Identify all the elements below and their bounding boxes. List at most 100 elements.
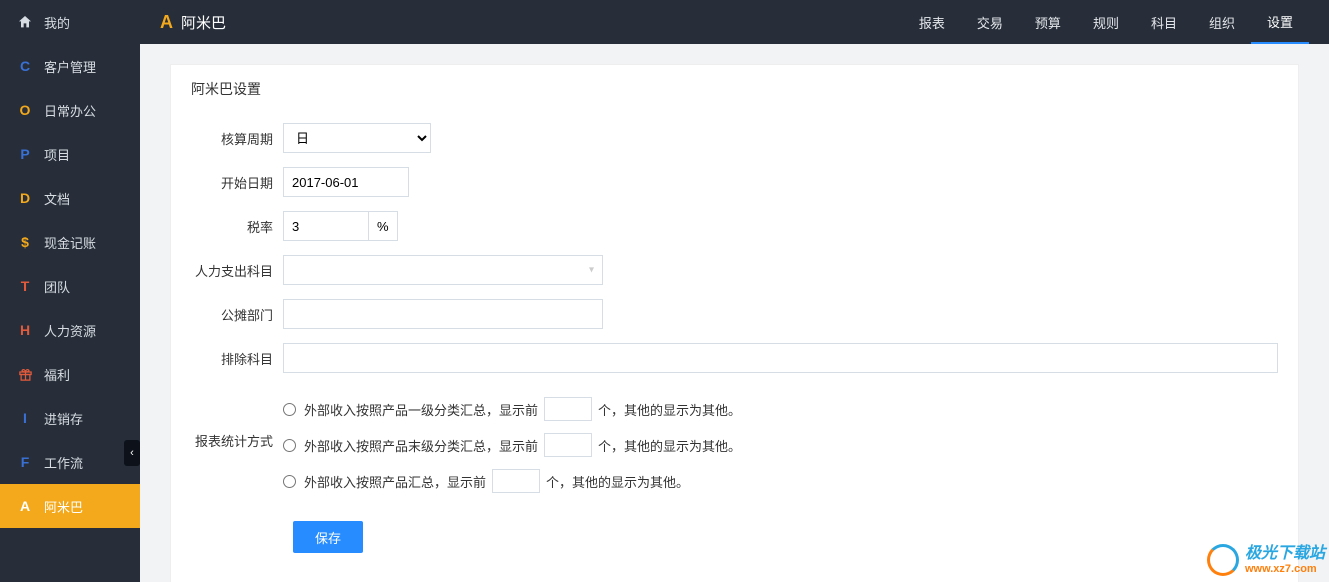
nav-org[interactable]: 组织	[1193, 0, 1251, 44]
watermark-url: www.xz7.com	[1245, 563, 1325, 575]
stats-count-input-2[interactable]	[544, 433, 592, 457]
stats-count-input-3[interactable]	[492, 469, 540, 493]
stats-radio-1[interactable]	[283, 403, 296, 416]
chevron-left-icon: ‹	[130, 447, 134, 459]
letter-h-icon: H	[16, 321, 34, 339]
row-tax: 税率 %	[191, 211, 1278, 241]
stats-option-post: 个，其他的显示为其他。	[546, 472, 689, 491]
settings-panel: 阿米巴设置 核算周期 日 开始日期 税率	[170, 64, 1299, 582]
stats-option-1[interactable]: 外部收入按照产品一级分类汇总，显示前 个，其他的显示为其他。	[283, 397, 741, 421]
sidebar-item-label: 文档	[44, 189, 70, 208]
sidebar-item-label: 进销存	[44, 409, 83, 428]
startdate-label: 开始日期	[191, 173, 283, 192]
sidebar-item-label: 福利	[44, 365, 70, 384]
stats-count-input-1[interactable]	[544, 397, 592, 421]
stats-option-pre: 外部收入按照产品汇总，显示前	[304, 472, 486, 491]
sidebar-item-label: 团队	[44, 277, 70, 296]
row-exclude: 排除科目	[191, 343, 1278, 373]
brand: A 阿米巴	[160, 12, 226, 33]
row-stats: 报表统计方式 外部收入按照产品一级分类汇总，显示前 个，其他的显示为其他。 外部…	[191, 395, 1278, 493]
sidebar-item-workflow[interactable]: F 工作流	[0, 440, 140, 484]
watermark-text: 极光下载站 www.xz7.com	[1245, 545, 1325, 575]
stats-option-pre: 外部收入按照产品末级分类汇总，显示前	[304, 436, 538, 455]
exclude-input[interactable]	[283, 343, 1278, 373]
nav-subject[interactable]: 科目	[1135, 0, 1193, 44]
sidebar-item-label: 现金记账	[44, 233, 96, 252]
sidebar-item-label: 客户管理	[44, 57, 96, 76]
content: 阿米巴设置 核算周期 日 开始日期 税率	[140, 44, 1329, 582]
nav-settings[interactable]: 设置	[1251, 0, 1309, 44]
panel-title: 阿米巴设置	[171, 65, 1298, 113]
stats-radio-group: 外部收入按照产品一级分类汇总，显示前 个，其他的显示为其他。 外部收入按照产品末…	[283, 395, 741, 493]
letter-c-icon: C	[16, 57, 34, 75]
nav-report[interactable]: 报表	[903, 0, 961, 44]
tax-unit: %	[369, 211, 398, 241]
letter-p-icon: P	[16, 145, 34, 163]
sidebar-item-customer[interactable]: C 客户管理	[0, 44, 140, 88]
topbar-nav: 报表 交易 预算 规则 科目 组织 设置	[903, 0, 1309, 44]
tax-input[interactable]	[283, 211, 369, 241]
watermark: 极光下载站 www.xz7.com	[1207, 544, 1325, 576]
sidebar-item-team[interactable]: T 团队	[0, 264, 140, 308]
sidebar-item-welfare[interactable]: 福利	[0, 352, 140, 396]
sidebar: 我的 C 客户管理 O 日常办公 P 项目 D 文档 $ 现金记账 T 团队 H…	[0, 0, 140, 582]
exclude-label: 排除科目	[191, 343, 283, 368]
save-button[interactable]: 保存	[293, 521, 363, 553]
shared-dept-input[interactable]	[283, 299, 603, 329]
dollar-icon: $	[16, 233, 34, 251]
row-shared-dept: 公摊部门	[191, 299, 1278, 329]
swirl-icon	[1207, 544, 1239, 576]
letter-d-icon: D	[16, 189, 34, 207]
cycle-select[interactable]: 日	[283, 123, 431, 153]
nav-rule[interactable]: 规则	[1077, 0, 1135, 44]
hr-subject-label: 人力支出科目	[191, 261, 283, 280]
stats-option-2[interactable]: 外部收入按照产品末级分类汇总，显示前 个，其他的显示为其他。	[283, 433, 741, 457]
topbar: A 阿米巴 报表 交易 预算 规则 科目 组织 设置	[140, 0, 1329, 44]
letter-a-icon: A	[16, 497, 34, 515]
letter-f-icon: F	[16, 453, 34, 471]
stats-radio-2[interactable]	[283, 439, 296, 452]
sidebar-collapse-button[interactable]: ‹	[124, 440, 140, 466]
watermark-title: 极光下载站	[1245, 545, 1325, 563]
sidebar-item-label: 阿米巴	[44, 497, 83, 516]
sidebar-item-cash[interactable]: $ 现金记账	[0, 220, 140, 264]
letter-t-icon: T	[16, 277, 34, 295]
sidebar-item-label: 我的	[44, 13, 70, 32]
stats-option-post: 个，其他的显示为其他。	[598, 436, 741, 455]
sidebar-item-inventory[interactable]: I 进销存	[0, 396, 140, 440]
sidebar-item-mine[interactable]: 我的	[0, 0, 140, 44]
sidebar-item-label: 日常办公	[44, 101, 96, 120]
row-cycle: 核算周期 日	[191, 123, 1278, 153]
stats-option-3[interactable]: 外部收入按照产品汇总，显示前 个，其他的显示为其他。	[283, 469, 741, 493]
sidebar-item-label: 人力资源	[44, 321, 96, 340]
stats-option-pre: 外部收入按照产品一级分类汇总，显示前	[304, 400, 538, 419]
letter-i-icon: I	[16, 409, 34, 427]
sidebar-item-label: 项目	[44, 145, 70, 164]
sidebar-item-project[interactable]: P 项目	[0, 132, 140, 176]
stats-option-post: 个，其他的显示为其他。	[598, 400, 741, 419]
row-hr-subject: 人力支出科目 ▾	[191, 255, 1278, 285]
sidebar-item-label: 工作流	[44, 453, 83, 472]
letter-o-icon: O	[16, 101, 34, 119]
hr-subject-combo[interactable]: ▾	[283, 255, 603, 285]
settings-form: 核算周期 日 开始日期 税率 %	[171, 113, 1298, 582]
cycle-label: 核算周期	[191, 129, 283, 148]
stats-radio-3[interactable]	[283, 475, 296, 488]
chevron-down-icon: ▾	[589, 265, 594, 276]
tax-label: 税率	[191, 217, 283, 236]
nav-transaction[interactable]: 交易	[961, 0, 1019, 44]
stats-label: 报表统计方式	[191, 395, 283, 450]
sidebar-item-document[interactable]: D 文档	[0, 176, 140, 220]
nav-budget[interactable]: 预算	[1019, 0, 1077, 44]
row-startdate: 开始日期	[191, 167, 1278, 197]
main: A 阿米巴 报表 交易 预算 规则 科目 组织 设置 阿米巴设置 核算周期	[140, 0, 1329, 582]
gift-icon	[16, 365, 34, 383]
shared-dept-label: 公摊部门	[191, 305, 283, 324]
sidebar-item-amoeba[interactable]: A 阿米巴	[0, 484, 140, 528]
startdate-input[interactable]	[283, 167, 409, 197]
sidebar-item-hr[interactable]: H 人力资源	[0, 308, 140, 352]
home-icon	[16, 13, 34, 31]
brand-icon: A	[160, 12, 173, 33]
brand-text: 阿米巴	[181, 12, 226, 33]
sidebar-item-office[interactable]: O 日常办公	[0, 88, 140, 132]
